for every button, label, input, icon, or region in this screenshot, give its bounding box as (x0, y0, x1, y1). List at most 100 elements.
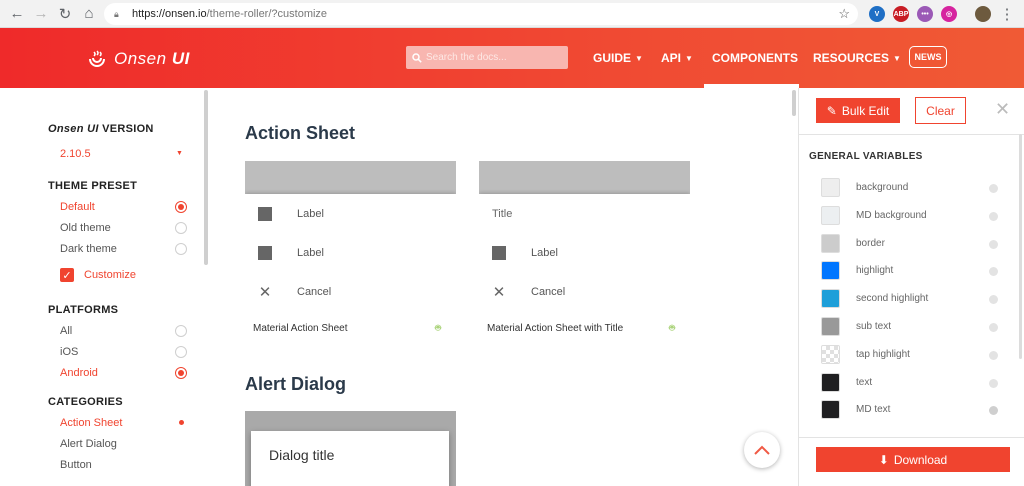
color-swatch[interactable] (821, 178, 840, 197)
adblock-icon[interactable]: ABP (893, 6, 909, 22)
reload-icon[interactable]: ↻ (54, 3, 76, 25)
category-alert-dialog[interactable]: Alert Dialog (60, 438, 117, 450)
customize-label[interactable]: Customize (84, 269, 136, 281)
scroll-to-top-button[interactable] (744, 432, 780, 468)
main-scrollbar[interactable] (792, 90, 796, 116)
color-swatch[interactable] (821, 317, 840, 336)
color-swatch[interactable] (821, 344, 840, 364)
variable-row[interactable]: tap highlight (799, 341, 1019, 367)
platform-ios-radio[interactable] (175, 346, 187, 358)
v-extension-icon[interactable]: V (869, 6, 885, 22)
preset-default[interactable]: Default (60, 201, 95, 213)
version-select[interactable]: 2.10.5 (60, 148, 91, 160)
variable-row[interactable]: text (799, 369, 1019, 395)
bulk-edit-button[interactable]: ✎ Bulk Edit (816, 98, 900, 123)
variable-row[interactable]: background (799, 174, 1019, 200)
reset-dot[interactable] (989, 350, 998, 360)
preset-default-radio[interactable] (175, 201, 187, 213)
menu-api-label: API (661, 51, 682, 65)
reset-dot[interactable] (989, 267, 998, 277)
reset-dot[interactable] (989, 295, 998, 305)
theme-preset-title: THEME PRESET (48, 180, 138, 192)
customize-checkbox[interactable]: ✓ (60, 268, 74, 282)
material-action-sheet-title-preview[interactable]: Title Label ✕ Cancel (479, 161, 690, 312)
row-label: Cancel (531, 285, 566, 298)
platform-all-radio[interactable] (175, 325, 187, 337)
search-input[interactable] (426, 52, 561, 63)
color-swatch[interactable] (821, 400, 840, 420)
platform-android[interactable]: Android (60, 367, 98, 379)
variable-row[interactable]: MD background (799, 202, 1019, 228)
home-icon[interactable]: ⌂ (78, 3, 100, 25)
reset-dot[interactable] (989, 184, 998, 193)
menu-resources[interactable]: RESOURCES ▼ (813, 51, 901, 65)
action-sheet-cancel-row[interactable]: ✕ Cancel (245, 272, 456, 311)
avatar[interactable] (975, 6, 991, 22)
variable-row[interactable]: sub text (799, 313, 1019, 339)
purple-extension-icon[interactable]: ••• (917, 6, 933, 22)
search-box[interactable] (406, 46, 568, 69)
card-caption: Material Action Sheet (253, 323, 348, 334)
caret-down-icon[interactable]: ▼ (176, 150, 183, 157)
color-swatch[interactable] (821, 289, 840, 309)
close-icon[interactable]: ✕ (995, 100, 1013, 118)
action-sheet-title: Title (492, 207, 513, 220)
action-sheet-row[interactable]: Label (245, 194, 456, 233)
color-swatch[interactable] (821, 233, 840, 253)
preset-dark-theme[interactable]: Dark theme (60, 243, 117, 255)
action-sheet: Title Label ✕ Cancel (479, 194, 690, 312)
reset-dot[interactable] (989, 239, 998, 249)
download-button[interactable]: ⬇ Download (816, 447, 1010, 472)
clear-button[interactable]: Clear (915, 97, 966, 124)
kebab-menu-icon[interactable]: ⋮ (996, 3, 1018, 25)
alert-dialog: Dialog title (251, 431, 449, 486)
main-content: Action Sheet Label Label ✕ Cancel Materia… (212, 88, 798, 486)
chevron-down-icon: ▼ (685, 53, 693, 63)
variable-row[interactable]: MD text (799, 396, 1019, 422)
menu-components[interactable]: COMPONENTS (712, 51, 798, 65)
variable-name: tap highlight (856, 348, 910, 360)
platform-all[interactable]: All (60, 325, 72, 337)
action-sheet-row[interactable]: Label (245, 233, 456, 272)
preset-old-theme-radio[interactable] (175, 222, 187, 234)
menu-api[interactable]: API ▼ (661, 51, 693, 65)
variable-row[interactable]: border (799, 230, 1019, 256)
platform-ios[interactable]: iOS (60, 346, 78, 358)
reset-dot[interactable] (989, 378, 998, 388)
news-button[interactable]: NEWS (909, 46, 947, 68)
panel-scrollbar[interactable] (1019, 134, 1022, 359)
menu-guide[interactable]: GUIDE ▼ (593, 51, 643, 65)
preset-dark-theme-radio[interactable] (175, 243, 187, 255)
forward-arrow-icon[interactable]: → (30, 3, 52, 25)
sidebar-scrollbar[interactable] (204, 90, 208, 265)
color-swatch[interactable] (821, 261, 840, 281)
row-label: Label (297, 207, 324, 220)
bulk-edit-label: Bulk Edit (841, 103, 890, 118)
action-sheet-cancel-row[interactable]: ✕ Cancel (479, 272, 690, 311)
preset-old-theme[interactable]: Old theme (60, 222, 111, 234)
action-sheet-row[interactable]: Label (479, 233, 690, 272)
version-title-onsen: Onsen (48, 123, 84, 135)
alert-dialog-preview[interactable]: Dialog title (245, 411, 456, 486)
pencil-icon: ✎ (826, 103, 837, 118)
color-swatch[interactable] (821, 205, 840, 225)
category-button[interactable]: Button (60, 459, 92, 471)
reset-dot[interactable] (989, 211, 998, 221)
reset-dot[interactable] (989, 406, 998, 416)
back-arrow-icon[interactable]: ← (6, 3, 28, 25)
address-bar[interactable]: 🔒︎ https://onsen.io/theme-roller/?custom… (104, 3, 858, 25)
onsen-logo[interactable]: Onsen UI (86, 48, 190, 70)
reset-dot[interactable] (989, 323, 998, 332)
instagram-icon[interactable]: ◎ (941, 6, 957, 22)
variable-row[interactable]: second highlight (799, 285, 1019, 311)
logo-text-ui: UI (171, 49, 190, 68)
category-action-sheet[interactable]: Action Sheet (60, 417, 122, 429)
variable-row[interactable]: highlight (799, 257, 1019, 283)
menu-components-label: COMPONENTS (712, 51, 799, 65)
platform-android-radio[interactable] (175, 367, 187, 379)
bookmark-star-icon[interactable]: ☆ (838, 6, 850, 22)
row-label: Cancel (297, 285, 332, 298)
material-action-sheet-preview[interactable]: Label Label ✕ Cancel (245, 161, 456, 312)
menu-resources-label: RESOURCES (813, 51, 890, 65)
color-swatch[interactable] (821, 372, 840, 392)
